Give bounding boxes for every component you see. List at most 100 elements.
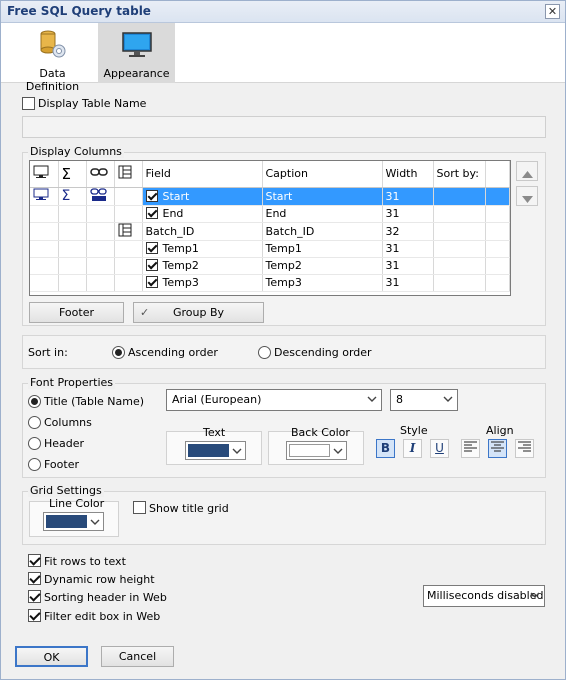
table-row[interactable]: Temp3 Temp3 31 xyxy=(30,274,510,292)
row-visible-checkbox[interactable] xyxy=(145,207,158,219)
row-monitor-cell[interactable] xyxy=(30,187,59,206)
row-visible-checkbox[interactable] xyxy=(145,259,158,271)
table-row[interactable]: End End 31 xyxy=(30,205,510,223)
row-sortby-cell[interactable] xyxy=(433,257,486,275)
display-table-name-checkbox[interactable] xyxy=(22,97,35,110)
row-width-cell[interactable]: 31 xyxy=(382,240,434,258)
row-width-cell[interactable]: 32 xyxy=(382,222,434,241)
row-caption-cell[interactable]: Start xyxy=(262,187,383,206)
font-target-columns-radio[interactable] xyxy=(28,416,41,429)
row-width-cell[interactable]: 31 xyxy=(382,187,434,206)
row-table-cell[interactable] xyxy=(114,274,143,292)
row-table-cell[interactable] xyxy=(114,205,143,223)
row-visible-checkbox[interactable] xyxy=(145,189,158,202)
row-sum-cell[interactable] xyxy=(58,205,87,223)
link-column-header[interactable] xyxy=(86,161,115,188)
columns-grid[interactable]: Σ Field Caption Width Sort by: Σ Start S… xyxy=(29,160,511,296)
fit-rows-checkbox[interactable] xyxy=(28,554,41,567)
row-sum-cell[interactable]: Σ xyxy=(58,187,87,206)
row-field-cell[interactable]: Temp1 xyxy=(142,240,263,258)
row-sortby-cell[interactable] xyxy=(433,240,486,258)
row-table-cell[interactable] xyxy=(114,222,143,241)
field-column-header[interactable]: Field xyxy=(142,161,263,188)
row-link-cell[interactable] xyxy=(86,187,115,206)
row-caption-cell[interactable]: Temp3 xyxy=(262,274,383,292)
font-target-header-radio[interactable] xyxy=(28,437,41,450)
row-width-cell[interactable]: 31 xyxy=(382,205,434,223)
row-visible-checkbox[interactable] xyxy=(145,242,158,254)
monitor-column-header[interactable] xyxy=(30,161,59,188)
align-center-button[interactable] xyxy=(488,439,507,458)
row-visible-checkbox[interactable] xyxy=(145,276,158,288)
dynamic-row-height-checkbox[interactable] xyxy=(28,572,41,585)
table-row[interactable]: Temp1 Temp1 31 xyxy=(30,240,510,258)
row-sortby-cell[interactable] xyxy=(433,187,486,206)
row-sortby-cell[interactable] xyxy=(433,274,486,292)
row-monitor-cell[interactable] xyxy=(30,222,59,241)
row-sortby-cell[interactable] xyxy=(433,205,486,223)
caption-column-header[interactable]: Caption xyxy=(262,161,383,188)
width-column-header[interactable]: Width xyxy=(382,161,434,188)
row-sum-cell[interactable] xyxy=(58,274,87,292)
sorting-header-checkbox[interactable] xyxy=(28,590,41,603)
tab-appearance[interactable]: Appearance xyxy=(98,23,175,83)
sum-column-header[interactable]: Σ xyxy=(58,161,87,188)
table-name-input[interactable] xyxy=(22,116,546,138)
font-target-footer-radio[interactable] xyxy=(28,458,41,471)
row-link-cell[interactable] xyxy=(86,274,115,292)
milliseconds-select[interactable]: Milliseconds disabled xyxy=(423,585,545,607)
row-caption-cell[interactable]: End xyxy=(262,205,383,223)
row-width-cell[interactable]: 31 xyxy=(382,274,434,292)
row-link-cell[interactable] xyxy=(86,222,115,241)
line-color-picker[interactable] xyxy=(43,512,104,531)
row-link-cell[interactable] xyxy=(86,257,115,275)
underline-button[interactable]: U xyxy=(430,439,449,458)
row-monitor-cell[interactable] xyxy=(30,257,59,275)
filter-edit-box-checkbox[interactable] xyxy=(28,609,41,622)
row-sum-cell[interactable] xyxy=(58,222,87,241)
row-caption-cell[interactable]: Temp2 xyxy=(262,257,383,275)
text-color-picker[interactable] xyxy=(185,441,246,460)
table-row[interactable]: Batch_ID Batch_ID 32 xyxy=(30,222,510,241)
table-column-header[interactable] xyxy=(114,161,143,188)
ascending-radio[interactable] xyxy=(112,346,125,359)
row-table-cell[interactable] xyxy=(114,257,143,275)
row-sortby-cell[interactable] xyxy=(433,222,486,241)
align-left-button[interactable] xyxy=(461,439,480,458)
show-title-grid-checkbox[interactable] xyxy=(133,501,146,514)
row-monitor-cell[interactable] xyxy=(30,274,59,292)
row-caption-cell[interactable]: Batch_ID xyxy=(262,222,383,241)
font-name-select[interactable]: Arial (European) xyxy=(166,389,382,411)
row-field-cell[interactable]: End xyxy=(142,205,263,223)
footer-button[interactable]: Footer xyxy=(29,302,124,323)
italic-button[interactable]: I xyxy=(403,439,422,458)
font-size-select[interactable]: 8 xyxy=(390,389,458,411)
row-monitor-cell[interactable] xyxy=(30,205,59,223)
row-field-cell[interactable]: Start xyxy=(142,187,263,206)
back-color-picker[interactable] xyxy=(286,441,347,460)
group-by-button[interactable]: ✓ Group By xyxy=(133,302,264,323)
row-caption-cell[interactable]: Temp1 xyxy=(262,240,383,258)
row-field-cell[interactable]: Temp3 xyxy=(142,274,263,292)
align-right-button[interactable] xyxy=(515,439,534,458)
move-up-button[interactable] xyxy=(516,161,538,181)
tab-data-definition[interactable]: Data Definition xyxy=(11,23,94,93)
row-sum-cell[interactable] xyxy=(58,240,87,258)
bold-button[interactable]: B xyxy=(376,439,395,458)
row-link-cell[interactable] xyxy=(86,240,115,258)
font-target-title-radio[interactable] xyxy=(28,395,41,408)
ok-button[interactable]: OK xyxy=(15,646,88,667)
move-down-button[interactable] xyxy=(516,186,538,206)
sortby-column-header[interactable]: Sort by: xyxy=(433,161,486,188)
row-monitor-cell[interactable] xyxy=(30,240,59,258)
cancel-button[interactable]: Cancel xyxy=(101,646,174,667)
descending-radio[interactable] xyxy=(258,346,271,359)
table-row[interactable]: Σ Start Start 31 xyxy=(30,187,510,206)
row-link-cell[interactable] xyxy=(86,205,115,223)
close-button[interactable]: ✕ xyxy=(545,4,560,19)
table-row[interactable]: Temp2 Temp2 31 xyxy=(30,257,510,275)
row-width-cell[interactable]: 31 xyxy=(382,257,434,275)
row-table-cell[interactable] xyxy=(114,187,143,206)
row-field-cell[interactable]: Batch_ID xyxy=(142,222,263,241)
row-table-cell[interactable] xyxy=(114,240,143,258)
